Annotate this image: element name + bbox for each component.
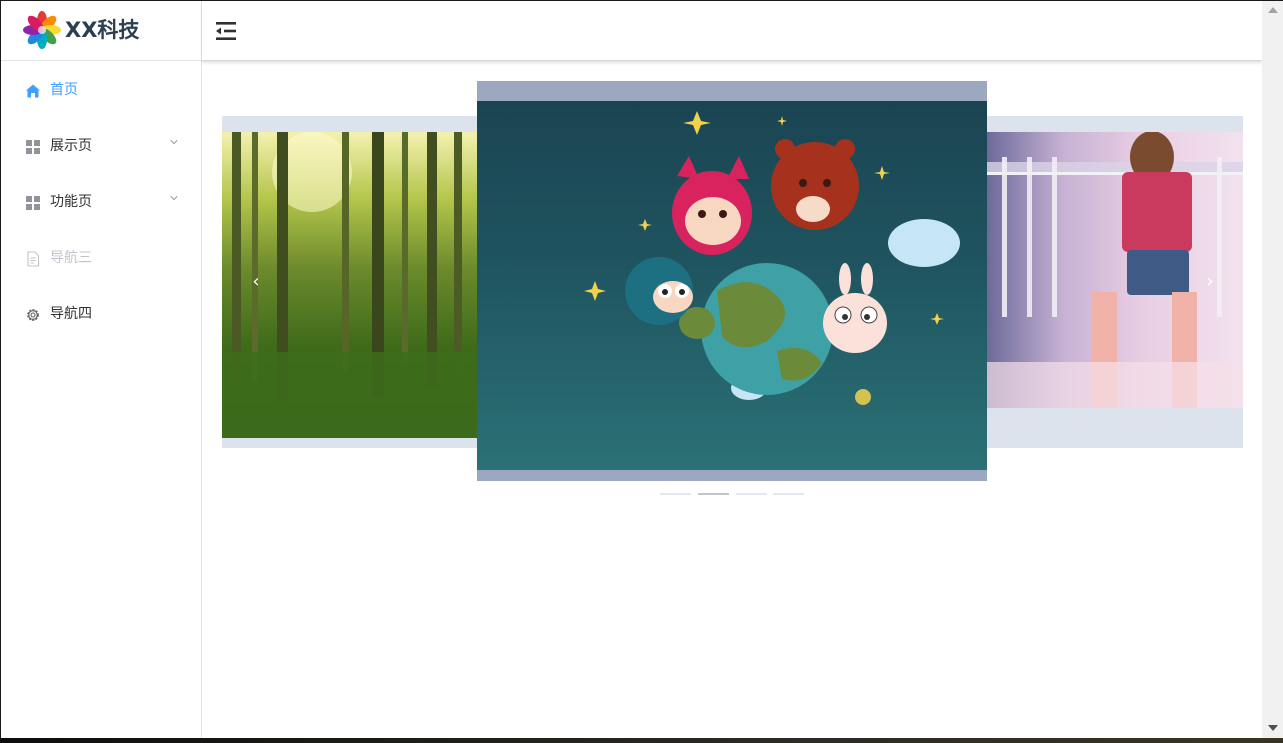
carousel-next-button[interactable]: › — [1192, 264, 1228, 300]
logo-flower-icon — [23, 11, 61, 49]
sidebar-item-nav3: 导航三 — [1, 230, 201, 286]
sidebar-item-features[interactable]: 功能页 — [1, 174, 201, 230]
sidebar-item-display[interactable]: 展示页 — [1, 118, 201, 174]
carousel-indicator-4[interactable] — [773, 493, 804, 495]
sidebar-item-nav4[interactable]: 导航四 — [1, 286, 201, 342]
sidebar: XX科技 首页 展示页 功能页 导航三 导航四 — [1, 1, 202, 738]
home-icon — [26, 84, 40, 98]
scroll-up-arrow-icon[interactable] — [1268, 7, 1278, 13]
carousel-indicator-2[interactable] — [698, 493, 729, 495]
brand-name: XX科技 — [65, 18, 140, 42]
sidebar-item-label: 导航三 — [50, 250, 92, 266]
sidebar-item-home[interactable]: 首页 — [1, 62, 201, 118]
carousel-slide-person[interactable]: › — [987, 116, 1243, 448]
menu-fold-icon[interactable] — [216, 21, 238, 41]
desktop-background-strip — [0, 738, 1283, 743]
sidebar-item-label: 功能页 — [50, 194, 92, 210]
gear-icon — [27, 309, 39, 321]
top-header — [202, 1, 1262, 61]
sidebar-item-label: 导航四 — [50, 306, 92, 322]
cartoon-scene — [584, 111, 960, 405]
cartoon-image — [477, 101, 987, 470]
sidebar-item-label: 首页 — [50, 82, 78, 98]
carousel-indicators — [660, 493, 810, 497]
vertical-scrollbar[interactable] — [1262, 1, 1283, 738]
carousel-prev-button[interactable]: ‹ — [238, 264, 274, 300]
sidebar-menu: 首页 展示页 功能页 导航三 导航四 — [1, 62, 201, 342]
carousel-indicator-3[interactable] — [736, 493, 767, 495]
logo-area: XX科技 — [1, 1, 201, 61]
sidebar-item-label: 展示页 — [50, 138, 92, 154]
grid-icon — [26, 196, 40, 210]
carousel-slide-cartoon[interactable] — [477, 81, 987, 481]
grid-icon — [26, 140, 40, 154]
carousel-indicator-1[interactable] — [660, 493, 691, 495]
document-icon — [27, 251, 40, 267]
scroll-down-arrow-icon[interactable] — [1268, 725, 1278, 731]
image-carousel: ‹ › — [222, 81, 1243, 501]
chevron-down-icon[interactable] — [170, 138, 178, 146]
carousel-slide-forest[interactable]: ‹ — [222, 116, 478, 448]
app-window: XX科技 首页 展示页 功能页 导航三 导航四 ‹ › — [1, 1, 1262, 738]
chevron-down-icon[interactable] — [170, 194, 178, 202]
